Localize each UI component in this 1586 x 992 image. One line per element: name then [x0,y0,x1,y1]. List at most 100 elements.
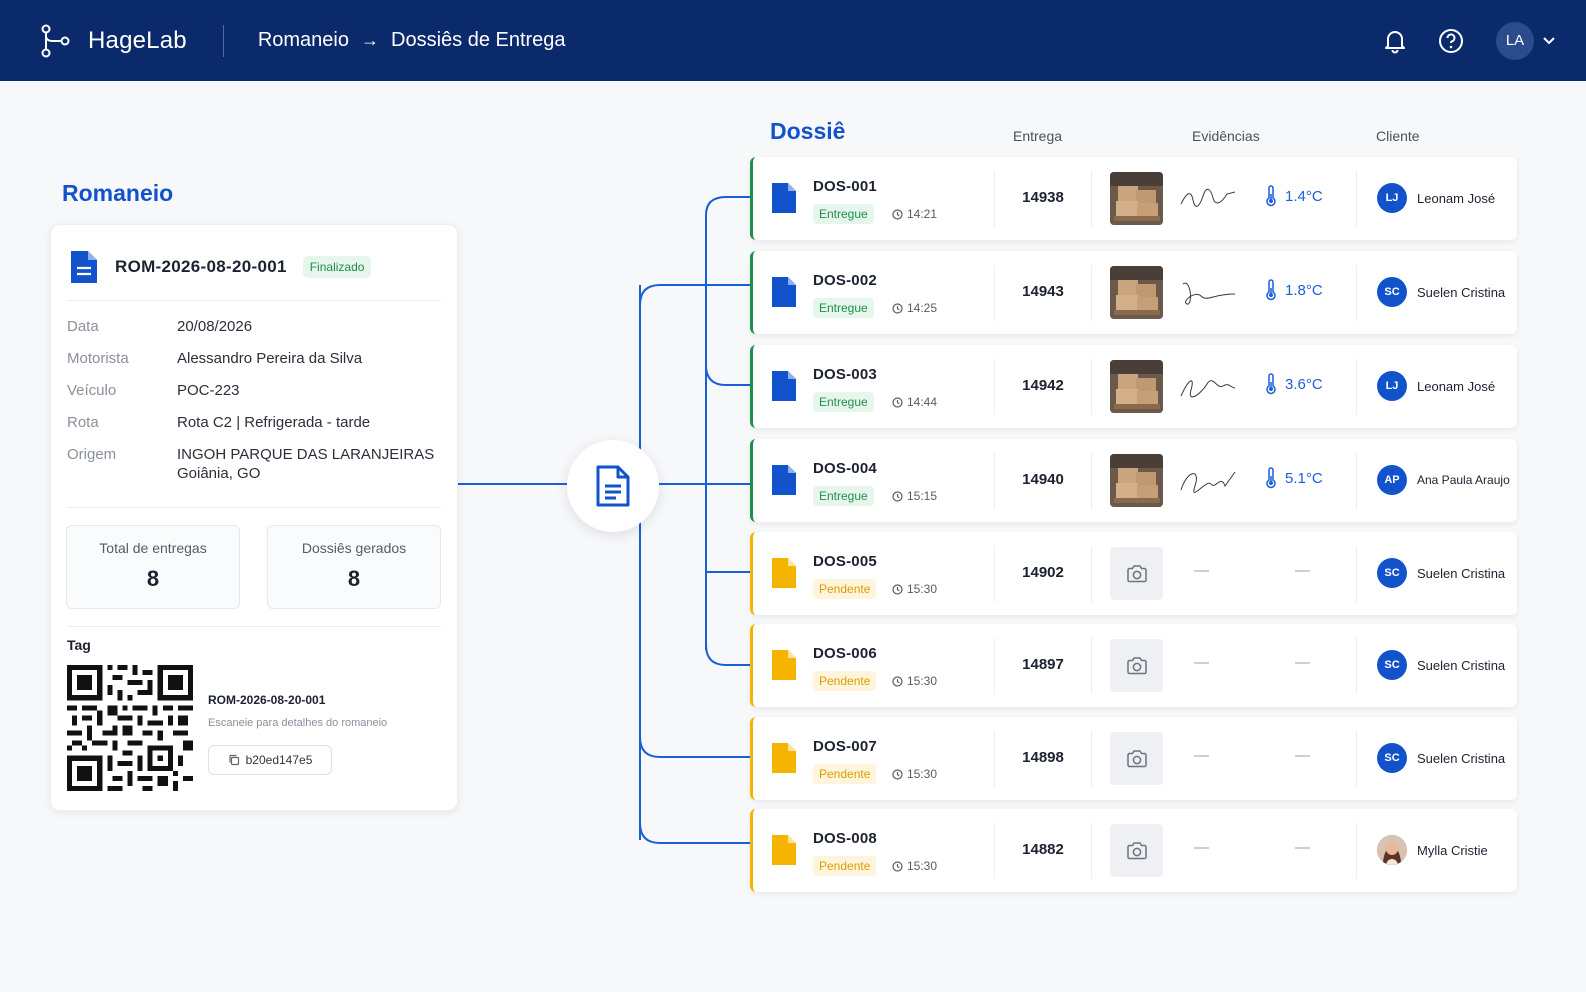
dossie-row[interactable]: DOS-008 Pendente 15:30 14882 — — Mylla C… [750,809,1517,892]
user-menu[interactable]: LA [1496,21,1556,60]
delivery-photo-thumbnail[interactable] [1110,172,1163,225]
column-separator [1091,453,1092,509]
dossie-row[interactable]: DOS-001 Entregue 14:21 14938 1.4°C LJ Le… [750,157,1517,240]
column-header-cliente: Cliente [1376,128,1420,144]
dossie-row[interactable]: DOS-007 Pendente 15:30 14898 — — SC Suel… [750,717,1517,800]
delivery-photo-thumbnail[interactable] [1110,454,1163,507]
column-separator [1356,638,1357,694]
dossie-id[interactable]: DOS-008 [813,830,877,847]
clock-icon [892,208,903,220]
signature-image[interactable] [1177,276,1239,310]
field-value-veiculo: POC-223 [177,382,240,399]
entrega-number: 14902 [1022,564,1064,581]
camera-icon [1126,656,1147,674]
add-photo-button[interactable] [1110,547,1163,600]
client-name: Suelen Cristina [1417,657,1506,673]
column-separator [1356,171,1357,227]
copy-hash-button[interactable]: b20ed147e5 [208,745,332,775]
field-value-rota: Rota C2 | Refrigerada - tarde [177,414,371,431]
delivery-photo-thumbnail[interactable] [1110,266,1163,319]
client-cell[interactable]: LJ Leonam José [1377,371,1495,401]
time-value: 14:25 [907,301,938,315]
dossie-id[interactable]: DOS-004 [813,460,877,477]
status-badge: Finalizado [302,256,372,278]
breadcrumb-romaneio[interactable]: Romaneio [258,29,349,52]
signature-missing: — [1194,654,1209,671]
camera-icon [1126,841,1147,859]
chevron-down-icon [1543,36,1555,44]
notifications-bell-icon[interactable] [1380,26,1410,56]
help-icon[interactable] [1436,26,1466,56]
document-icon [772,371,796,401]
delivery-time: 15:30 [892,582,937,596]
temperature-value: 1.8°C [1285,281,1323,299]
client-cell[interactable]: LJ Leonam José [1377,183,1495,213]
document-icon [772,558,796,588]
divider [67,300,441,301]
dossie-row[interactable]: DOS-006 Pendente 15:30 14897 — — SC Suel… [750,624,1517,707]
client-cell[interactable]: Mylla Cristie [1377,835,1488,865]
time-value: 15:30 [907,674,938,688]
origem-line-2: Goiânia, GO [177,465,261,482]
stat-dossies-gerados: Dossiês gerados 8 [267,525,441,609]
signature-image[interactable] [1177,464,1239,498]
dossie-id[interactable]: DOS-003 [813,366,877,383]
dossie-row[interactable]: DOS-004 Entregue 15:15 14940 5.1°C AP An… [750,439,1517,522]
dossie-id[interactable]: DOS-005 [813,553,877,570]
header-divider [222,24,224,57]
status-badge: Pendente [813,764,877,784]
dossie-row[interactable]: DOS-002 Entregue 14:25 14943 1.8°C SC Su… [750,251,1517,334]
signature-image[interactable] [1177,370,1239,404]
dossie-id[interactable]: DOS-007 [813,738,877,755]
column-header-evidencias: Evidências [1192,128,1260,144]
column-separator [994,546,995,602]
column-separator [994,453,995,509]
field-label: Motorista [67,350,129,367]
dossie-id[interactable]: DOS-006 [813,645,877,662]
client-cell[interactable]: SC Suelen Cristina [1377,277,1505,307]
hagelab-logo-icon [41,24,70,57]
column-separator [1356,359,1357,415]
client-cell[interactable]: AP Ana Paula Araujo [1377,465,1510,495]
time-value: 14:44 [907,395,938,409]
dossie-id[interactable]: DOS-002 [813,272,877,289]
client-avatar: LJ [1377,371,1407,401]
brand[interactable]: HageLab [38,23,187,59]
signature-image[interactable] [1177,182,1239,216]
column-separator [994,265,995,321]
client-avatar: SC [1377,277,1407,307]
client-avatar: LJ [1377,183,1407,213]
stat-total-entregas: Total de entregas 8 [66,525,240,609]
clock-icon [892,396,903,408]
dossie-id[interactable]: DOS-001 [813,178,877,195]
entrega-number: 14882 [1022,841,1064,858]
add-photo-button[interactable] [1110,639,1163,692]
copy-icon [229,754,239,766]
origem-line-1: INGOH PARQUE DAS LARANJEIRAS [177,446,435,463]
entrega-number: 14897 [1022,656,1064,673]
dossie-row[interactable]: DOS-005 Pendente 15:30 14902 — — SC Suel… [750,532,1517,615]
status-badge: Pendente [813,671,877,691]
temperature-value: 1.4°C [1285,187,1323,205]
hash-value: b20ed147e5 [245,753,313,767]
stat-value: 8 [146,566,160,591]
dossie-section-title: Dossiê [770,118,846,144]
client-avatar: AP [1377,465,1407,495]
temperature-missing: — [1295,747,1310,764]
client-cell[interactable]: SC Suelen Cristina [1377,650,1505,680]
document-icon [772,650,796,680]
column-separator [994,638,995,694]
client-cell[interactable]: SC Suelen Cristina [1377,558,1505,588]
client-avatar-photo [1377,835,1407,865]
client-name: Leonam José [1417,190,1496,206]
status-badge: Entregue [813,392,874,412]
add-photo-button[interactable] [1110,732,1163,785]
time-value: 15:30 [907,859,938,873]
status-badge: Entregue [813,204,874,224]
client-cell[interactable]: SC Suelen Cristina [1377,743,1505,773]
delivery-photo-thumbnail[interactable] [1110,360,1163,413]
dossie-row[interactable]: DOS-003 Entregue 14:44 14942 3.6°C LJ Le… [750,345,1517,428]
document-icon [772,743,796,773]
add-photo-button[interactable] [1110,824,1163,877]
delivery-time: 14:44 [892,395,937,409]
